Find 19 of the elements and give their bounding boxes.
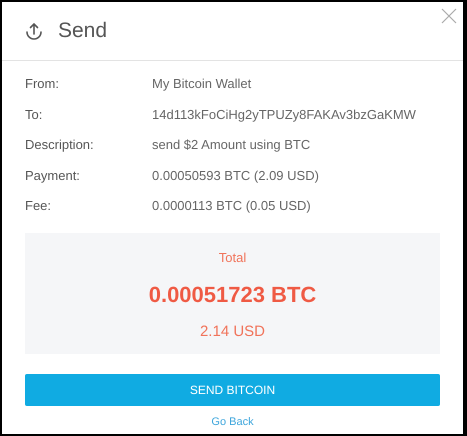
field-label: Description: <box>25 136 95 154</box>
field-value: send $2 Amount using BTC <box>152 136 310 154</box>
total-label: Total <box>218 248 246 266</box>
field-value: 0.0000113 BTC (0.05 USD) <box>152 197 311 215</box>
dialog-title: Send <box>58 18 108 44</box>
field-label: Payment: <box>25 166 81 185</box>
close-icon <box>441 8 457 24</box>
field-value: My Bitcoin Wallet <box>152 75 252 93</box>
upload-icon <box>24 21 44 41</box>
field-value: 0.00050593 BTC (2.09 USD) <box>152 166 319 185</box>
send-bitcoin-button[interactable]: SEND BITCOIN <box>25 374 440 406</box>
field-value: 14d113kFoCiHg2yTPUZy8FAKAv3bzGaKMW <box>152 106 416 124</box>
field-label: To: <box>25 106 44 124</box>
field-label: Fee: <box>25 197 52 215</box>
total-usd-amount: 2.14 USD <box>200 322 266 342</box>
total-btc-amount: 0.00051723 BTC <box>148 281 316 309</box>
close-button[interactable] <box>441 8 457 24</box>
field-label: From: <box>25 75 60 93</box>
go-back-link[interactable]: Go Back <box>211 414 254 430</box>
